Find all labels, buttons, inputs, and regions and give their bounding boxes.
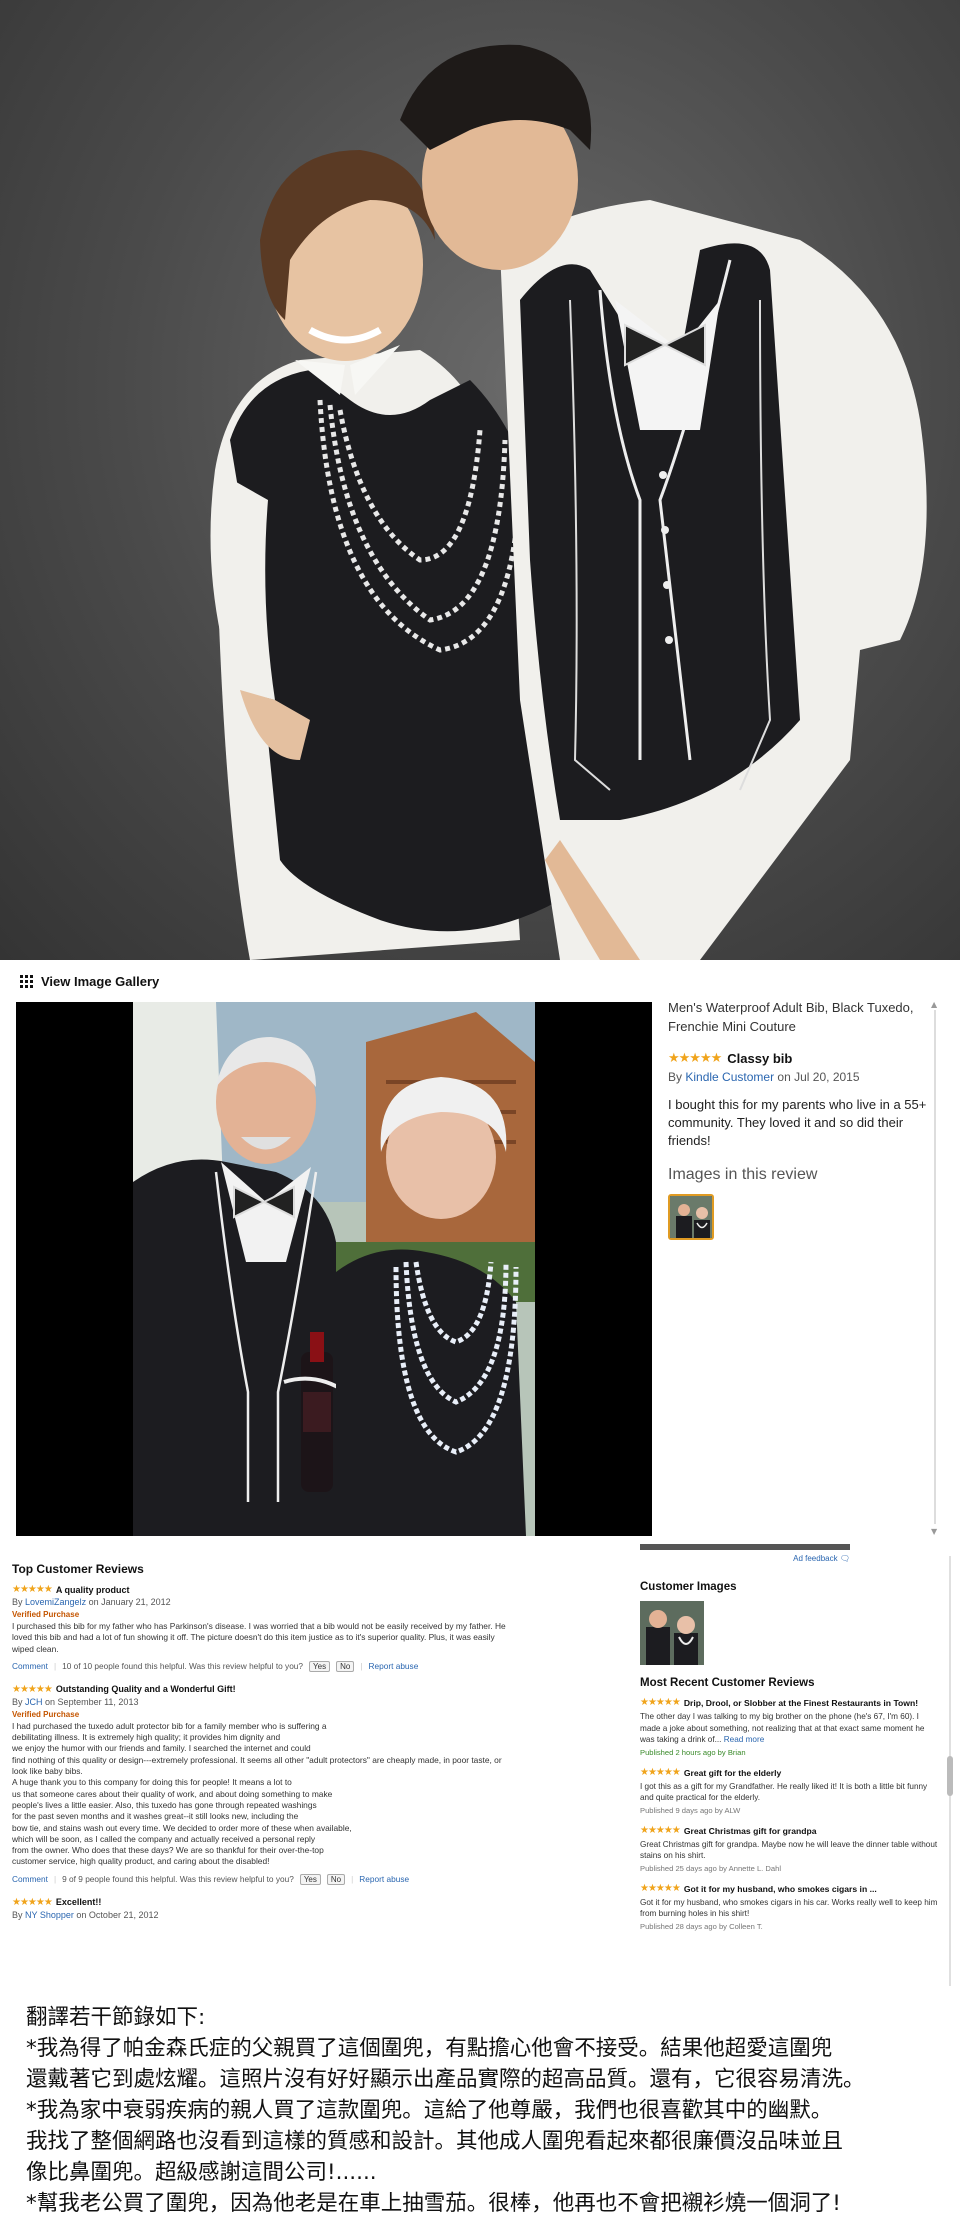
view-image-gallery-link[interactable]: View Image Gallery: [20, 974, 159, 989]
reviews-section: Top Customer Reviews ★★★★★ A quality pro…: [0, 1540, 960, 1996]
feedback-icon: 🗨: [839, 1554, 850, 1563]
star-rating-icon: ★★★★★: [668, 1050, 722, 1065]
elderly-couple-illustration: [133, 1002, 535, 1536]
comment-link[interactable]: Comment: [12, 1661, 48, 1671]
recent-review-item: ★★★★★ Great Christmas gift for grandpa G…: [640, 1825, 940, 1873]
helpful-no-button[interactable]: No: [336, 1660, 355, 1672]
recent-review-meta: Published 9 days ago by ALW: [640, 1805, 741, 1815]
customer-images-heading: Customer Images: [640, 1581, 737, 1593]
report-abuse-link[interactable]: Report abuse: [369, 1661, 419, 1671]
gallery-sidebar: Men's Waterproof Adult Bib, Black Tuxedo…: [668, 998, 928, 1240]
caption-line: *我為得了帕金森氏症的父親買了這個圍兜，有點擔心他會不接受。結果他超愛這圍兜: [26, 2036, 833, 2061]
caption-line: *我為家中衰弱疾病的親人買了這款圍兜。這給了他尊嚴，我們也很喜歡其中的幽默。: [26, 2098, 833, 2123]
comment-link[interactable]: Comment: [12, 1874, 48, 1884]
helpful-text: 10 of 10 people found this helpful. Was …: [62, 1661, 304, 1672]
caption-line: *幫我老公買了圍兜，因為他老是在車上抽雪茄。很棒，他再也不會把襯衫燒一個洞了!: [26, 2191, 841, 2216]
star-rating-icon: ★★★★★: [12, 1584, 53, 1595]
review-date: on September 11, 2013: [45, 1696, 139, 1707]
reviews-sidebar: Ad feedback 🗨 Customer Images Most Recen…: [640, 1544, 940, 1931]
recent-review-meta: Published 2 hours ago by Brian: [640, 1747, 746, 1757]
review-byline: By Kindle Customer on Jul 20, 2015: [668, 1070, 860, 1084]
customer-image-thumbnail[interactable]: [640, 1601, 704, 1665]
review-image-thumbnail[interactable]: [668, 1194, 714, 1240]
helpful-no-button[interactable]: No: [326, 1873, 346, 1885]
recent-review-item: ★★★★★ Got it for my husband, who smokes …: [640, 1883, 940, 1931]
recent-review-body: Great Christmas gift for grandpa. Maybe …: [640, 1839, 938, 1861]
report-abuse-link[interactable]: Report abuse: [359, 1874, 409, 1884]
review-title[interactable]: Outstanding Quality and a Wonderful Gift…: [56, 1684, 236, 1694]
star-rating-icon: ★★★★★: [12, 1896, 53, 1908]
review-author-link[interactable]: JCH: [25, 1697, 43, 1707]
translation-caption: 翻譯若干節錄如下: *我為得了帕金森氏症的父親買了這個圍兜，有點擔心他會不接受。…: [0, 1996, 960, 2216]
reviews-scrollbar[interactable]: [946, 1556, 954, 1986]
verified-purchase-badge: Verified Purchase: [12, 1709, 80, 1719]
helpful-yes-button[interactable]: Yes: [309, 1660, 331, 1672]
recent-review-body: Got it for my husband, who smokes cigars…: [640, 1897, 938, 1919]
recent-review-meta: Published 25 days ago by Annette L. Dahl: [640, 1863, 782, 1873]
recent-review-title[interactable]: Got it for my husband, who smokes cigars…: [684, 1883, 877, 1895]
star-rating-icon: ★★★★★: [640, 1697, 681, 1708]
most-recent-heading: Most Recent Customer Reviews: [640, 1677, 815, 1689]
verified-purchase-badge: Verified Purchase: [12, 1610, 80, 1619]
review-date: on January 21, 2012: [88, 1597, 171, 1607]
review-body: I purchased this bib for my father who h…: [12, 1621, 506, 1654]
recent-review-body: I got this as a gift for my Grandfather.…: [640, 1781, 928, 1803]
couple-bib-photo: [0, 0, 960, 960]
review-author-link[interactable]: Kindle Customer: [685, 1070, 774, 1084]
review-author-link[interactable]: NY Shopper: [25, 1910, 74, 1920]
review-item: ★★★★★ Excellent!! By NY Shopper on Octob…: [12, 1896, 159, 1920]
top-reviews-heading: Top Customer Reviews: [12, 1562, 144, 1576]
recent-review-title[interactable]: Great gift for the elderly: [684, 1767, 781, 1779]
recent-review-item: ★★★★★ Drip, Drool, or Slobber at the Fin…: [640, 1697, 940, 1757]
review-item: ★★★★★ Outstanding Quality and a Wonderfu…: [12, 1684, 572, 1885]
star-rating-icon: ★★★★★: [640, 1882, 681, 1894]
review-date: Jul 20, 2015: [794, 1070, 860, 1084]
product-title: Men's Waterproof Adult Bib, Black Tuxedo…: [668, 1000, 914, 1034]
scroll-down-icon[interactable]: ▼: [931, 1527, 937, 1536]
recent-review-item: ★★★★★ Great gift for the elderly I got t…: [640, 1767, 940, 1815]
recent-review-body: The other day I was talking to my big br…: [640, 1712, 925, 1744]
read-more-link[interactable]: Read more: [724, 1735, 765, 1744]
caption-line: 還戴著它到處炫耀。這照片沒有好好顯示出產品實際的超高品質。還有，它很容易清洗。: [26, 2067, 865, 2092]
ad-feedback-link[interactable]: Ad feedback 🗨: [640, 1554, 850, 1563]
grid-icon: [20, 975, 33, 988]
review-title[interactable]: Excellent!!: [56, 1897, 102, 1907]
star-rating-icon: ★★★★★: [640, 1766, 681, 1778]
scroll-up-icon[interactable]: ▲: [931, 1000, 937, 1009]
couple-bib-illustration: [210, 44, 927, 960]
review-body: I bought this for my parents who live in…: [668, 1097, 927, 1148]
gallery-main-image[interactable]: [16, 1002, 652, 1536]
recent-review-title[interactable]: Drip, Drool, or Slobber at the Finest Re…: [684, 1697, 918, 1709]
helpful-yes-button[interactable]: Yes: [299, 1873, 321, 1885]
images-in-review-heading: Images in this review: [668, 1166, 818, 1183]
review-title[interactable]: A quality product: [56, 1585, 130, 1595]
caption-line: 我找了整個網路也沒看到這樣的質感和設計。其他成人圍兜看起來都很廉價沒品味並且: [26, 2129, 844, 2154]
review-author-link[interactable]: LovemiZangelz: [25, 1597, 86, 1607]
caption-line: 翻譯若干節錄如下:: [26, 2005, 206, 2030]
recent-review-title[interactable]: Great Christmas gift for grandpa: [684, 1825, 817, 1837]
star-rating-icon: ★★★★★: [640, 1824, 681, 1836]
gallery-header-label: View Image Gallery: [41, 974, 160, 989]
review-item: ★★★★★ A quality product By LovemiZangelz…: [12, 1584, 572, 1672]
helpful-text: 9 of 9 people found this helpful. Was th…: [62, 1874, 294, 1885]
caption-line: 像比鼻圍兜。超級感謝這間公司!......: [26, 2160, 377, 2185]
gallery-sidebar-scrollbar[interactable]: ▲ ▼: [930, 1000, 940, 1536]
star-rating-icon: ★★★★★: [12, 1683, 53, 1695]
review-date: on October 21, 2012: [76, 1909, 159, 1920]
review-body: I had purchased the tuxedo adult protect…: [12, 1720, 502, 1867]
recent-review-meta: Published 28 days ago by Colleen T.: [640, 1921, 763, 1931]
ad-banner[interactable]: [640, 1544, 850, 1550]
image-gallery: View Image Gallery Men's Waterproof Adul…: [0, 960, 960, 1540]
top-reviews-column: Top Customer Reviews ★★★★★ A quality pro…: [12, 1562, 572, 1920]
review-title[interactable]: Classy bib: [727, 1051, 792, 1066]
scrollbar-thumb[interactable]: [947, 1756, 953, 1796]
